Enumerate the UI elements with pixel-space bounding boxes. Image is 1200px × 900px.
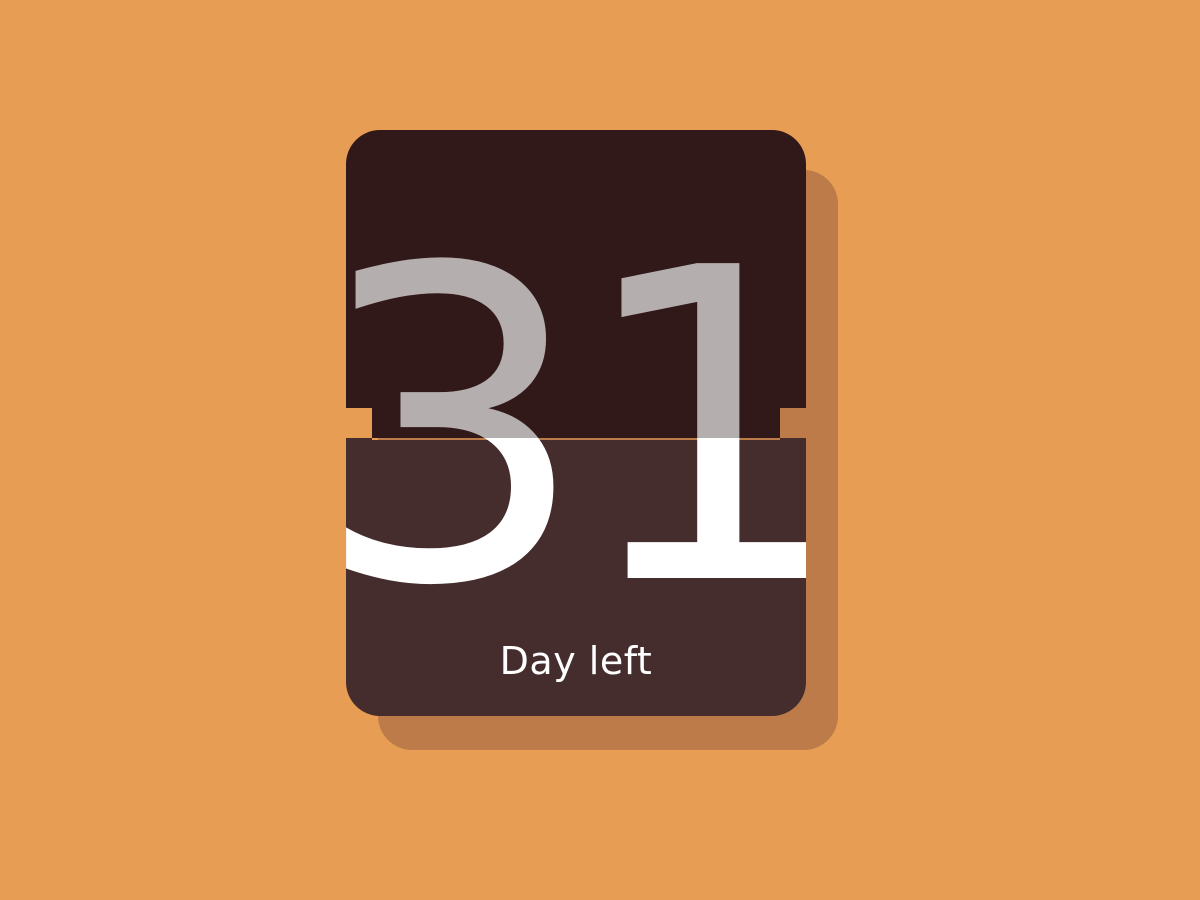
days-left-caption: Day left bbox=[499, 639, 653, 683]
flip-card-graphic: 31 31 bbox=[346, 130, 806, 716]
flip-clock-card: 31 31 bbox=[346, 130, 806, 716]
